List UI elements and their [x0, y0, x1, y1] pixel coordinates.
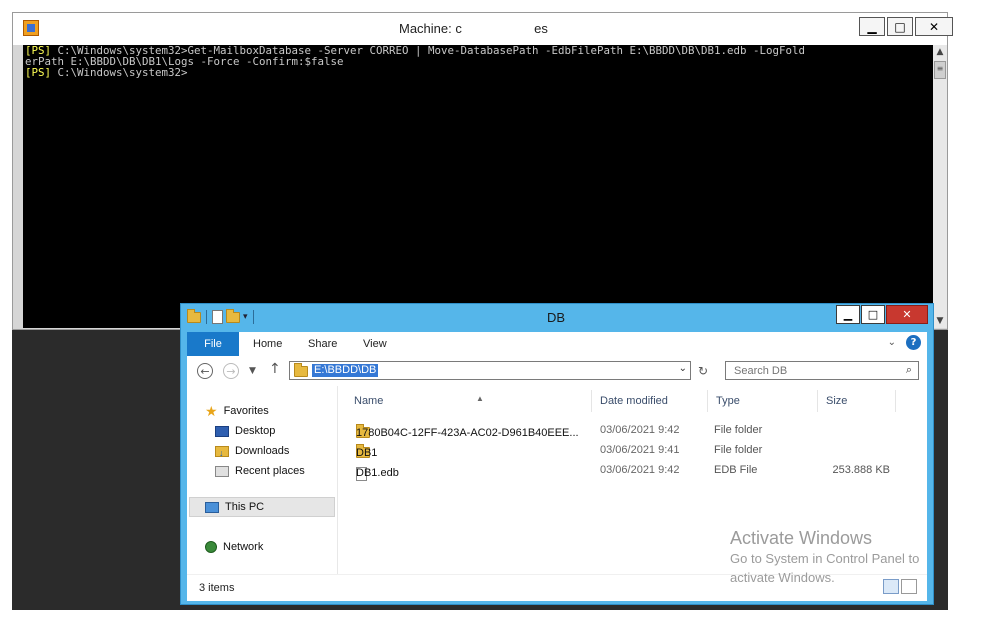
scrollbar-thumb[interactable]: ≡: [934, 61, 946, 79]
minimize-button[interactable]: ▁: [859, 17, 885, 36]
new-folder-icon[interactable]: [226, 308, 240, 323]
recent-locations-icon[interactable]: ▼: [249, 366, 256, 376]
table-row[interactable]: DB1 03/06/2021 9:41 File folder: [338, 441, 918, 461]
column-header-size[interactable]: Size: [820, 390, 896, 412]
folder-icon: [187, 308, 201, 323]
minimize-button[interactable]: ▁: [836, 305, 860, 324]
powershell-titlebar[interactable]: Machine: c es ▁ □ ✕: [13, 13, 953, 45]
address-path[interactable]: E:\BBDD\DB: [312, 364, 379, 377]
customize-toolbar-icon[interactable]: ▾: [243, 312, 248, 322]
folder-icon: [294, 363, 308, 377]
properties-icon[interactable]: [212, 310, 223, 324]
star-icon: ★: [205, 403, 218, 419]
address-row: ← → ▼ ↑ E:\BBDD\DB ⌄ ↻ ⌕: [187, 356, 927, 386]
tab-file[interactable]: File: [187, 332, 239, 356]
nav-network[interactable]: Network: [205, 538, 263, 556]
desktop-icon: [215, 425, 229, 437]
nav-desktop[interactable]: Desktop: [215, 422, 275, 440]
tab-view[interactable]: View: [363, 332, 387, 356]
column-header-name[interactable]: Name ▲: [348, 390, 592, 412]
table-row[interactable]: DB1.edb 03/06/2021 9:42 EDB File 253.888…: [338, 461, 918, 481]
help-icon[interactable]: ?: [906, 335, 921, 350]
sort-up-icon: ▲: [476, 394, 484, 403]
maximize-button[interactable]: □: [861, 305, 885, 324]
tab-home[interactable]: Home: [253, 332, 282, 356]
powershell-window: Machine: c es ▁ □ ✕ [PS] C:\Windows\syst…: [12, 12, 953, 330]
console-line: [PS] C:\Windows\system32>: [25, 66, 188, 79]
computer-icon: [205, 501, 219, 513]
refresh-icon[interactable]: ↻: [698, 364, 708, 378]
recent-places-icon: [215, 465, 229, 477]
nav-favorites[interactable]: ★ Favorites: [205, 402, 269, 420]
search-box[interactable]: ⌕: [725, 361, 919, 380]
nav-downloads[interactable]: Downloads: [215, 442, 289, 462]
activation-watermark: Activate Windows Go to System in Control…: [730, 528, 920, 585]
column-header-date[interactable]: Date modified: [594, 390, 708, 412]
nav-recent-places[interactable]: Recent places: [215, 462, 305, 480]
close-button[interactable]: ✕: [915, 17, 953, 36]
item-count: 3 items: [199, 582, 235, 594]
network-icon: [205, 541, 217, 553]
back-button[interactable]: ←: [197, 363, 213, 379]
console-output[interactable]: [PS] C:\Windows\system32>Get-MailboxData…: [23, 45, 933, 328]
table-row[interactable]: 1780B04C-12FF-423A-AC02-D961B40EEE... 03…: [338, 421, 918, 441]
chevron-down-icon[interactable]: ⌄: [679, 363, 687, 374]
close-button[interactable]: ✕: [886, 305, 928, 324]
console-scrollbar[interactable]: ▲ ≡ ▼: [933, 45, 947, 328]
address-bar[interactable]: E:\BBDD\DB ⌄: [289, 361, 691, 380]
expand-ribbon-icon[interactable]: ⌄: [888, 337, 896, 348]
up-button[interactable]: ↑: [269, 361, 281, 377]
maximize-button[interactable]: □: [887, 17, 913, 36]
search-input[interactable]: [734, 363, 894, 378]
navigation-pane: ★ Favorites Desktop Downloads Recent pla…: [187, 386, 337, 574]
window-title: Machine: c es: [399, 21, 548, 36]
explorer-titlebar[interactable]: ▾ DB ▁ □ ✕: [181, 304, 933, 332]
downloads-icon: [215, 444, 229, 462]
app-icon: [23, 20, 39, 36]
search-icon[interactable]: ⌕: [906, 363, 912, 377]
ribbon: File Home Share View ⌄ ?: [187, 332, 927, 357]
column-header-type[interactable]: Type: [710, 390, 818, 412]
scroll-up-icon[interactable]: ▲: [933, 45, 947, 59]
scroll-down-icon[interactable]: ▼: [933, 314, 947, 328]
explorer-title: DB: [547, 310, 566, 325]
forward-button[interactable]: →: [223, 363, 239, 379]
tab-share[interactable]: Share: [308, 332, 337, 356]
nav-this-pc[interactable]: This PC: [205, 498, 264, 516]
